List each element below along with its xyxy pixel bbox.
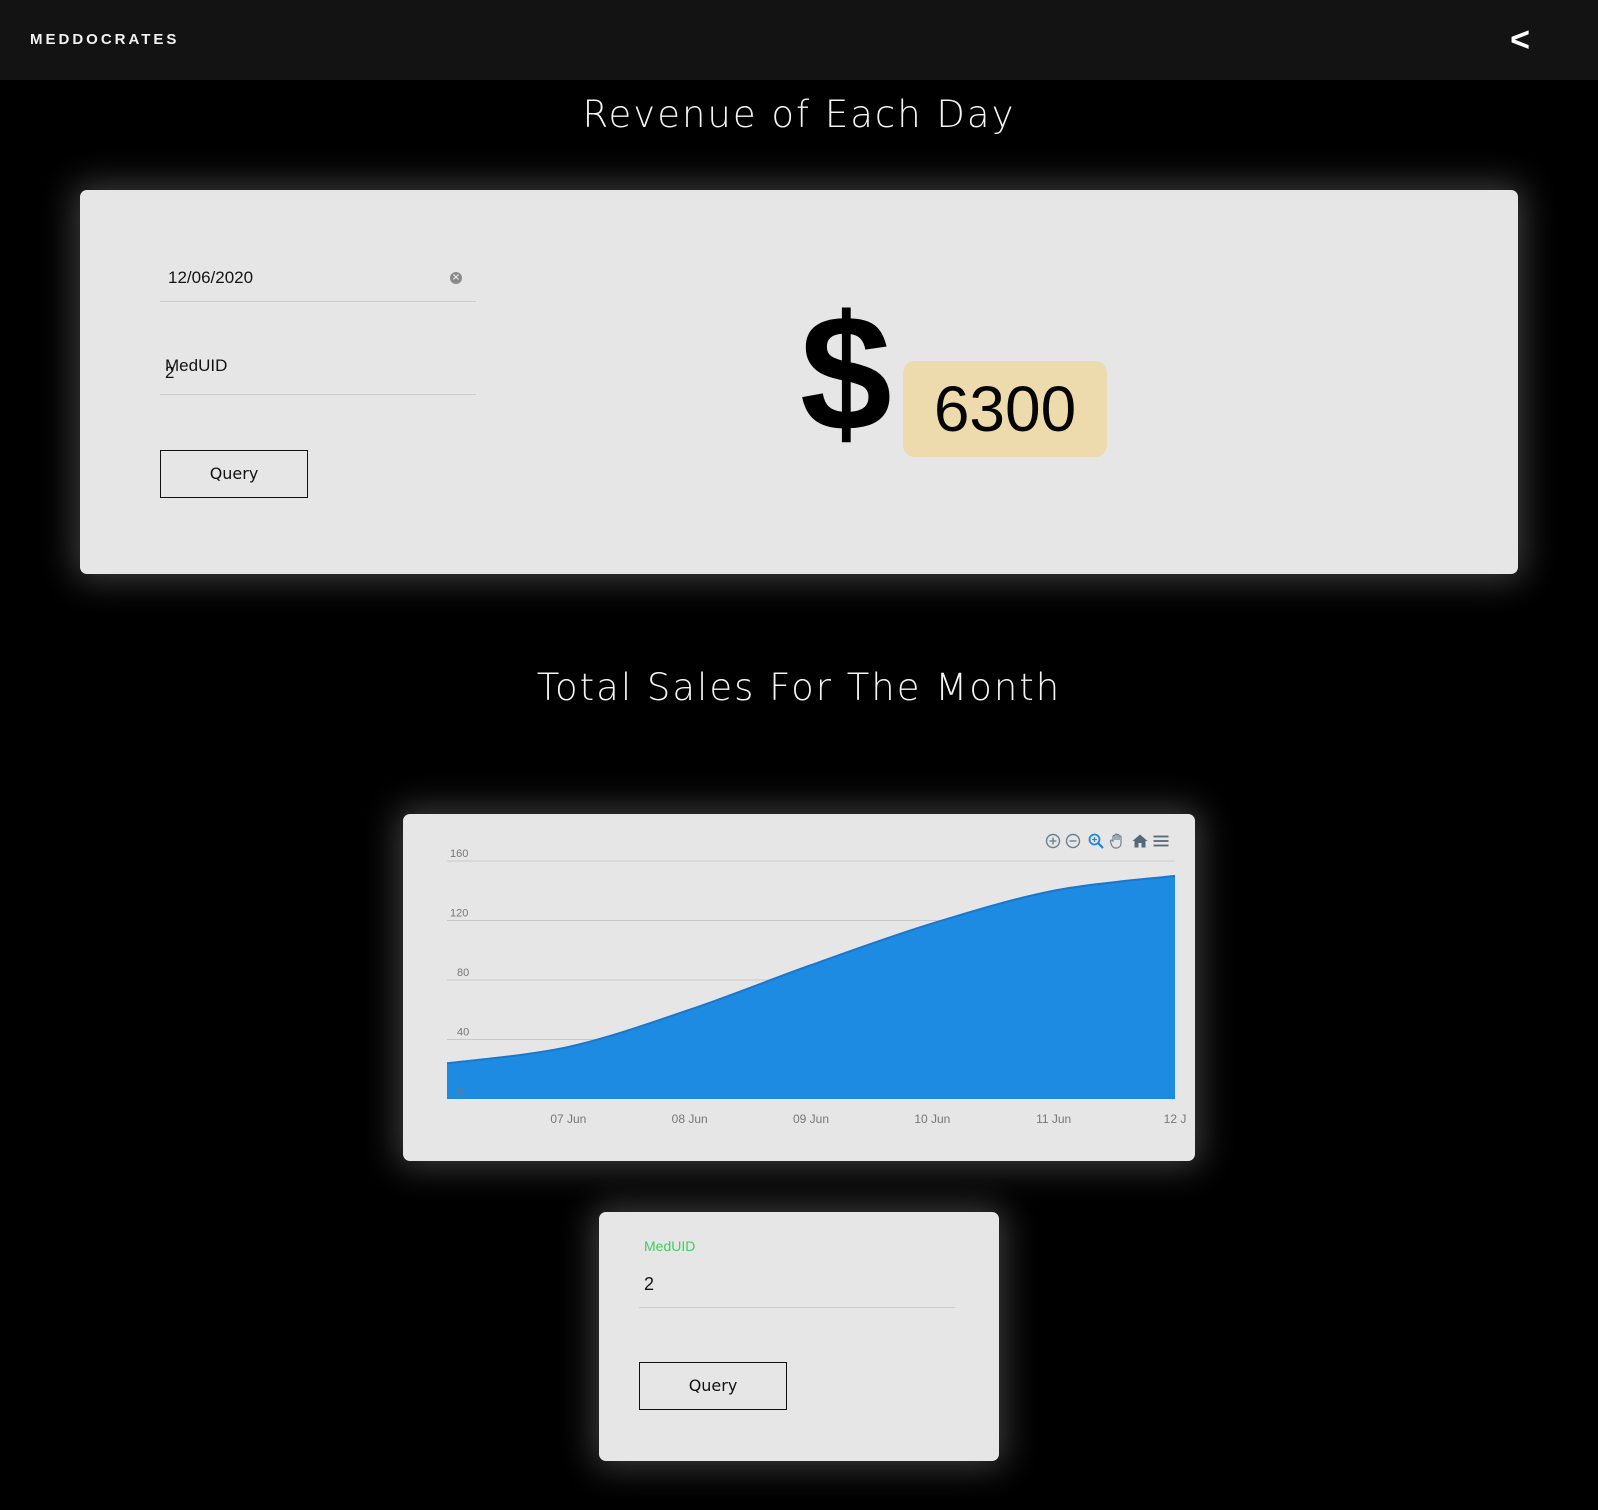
monthly-sales-title: Total Sales For The Month	[536, 666, 1062, 709]
y-tick-label: 40	[457, 1027, 469, 1039]
y-tick-label: 160	[450, 848, 468, 860]
daily-query-button[interactable]: Query	[160, 450, 308, 498]
x-tick-label: 11 Jun	[1036, 1112, 1071, 1126]
revenue-amount: 6300	[933, 373, 1077, 445]
revenue-badge: 6300	[903, 361, 1107, 457]
series-area	[447, 875, 1175, 1099]
monthly-meduid-value[interactable]: 2	[644, 1274, 654, 1295]
y-tick-label: 0	[457, 1086, 463, 1098]
y-tick-label: 80	[457, 967, 469, 979]
meduid-placeholder: MedUID	[165, 356, 228, 375]
date-value[interactable]: 12/06/2020	[168, 268, 253, 288]
meduid-field[interactable]: 2 MedUID	[160, 340, 476, 395]
x-tick-label: 10 Jun	[914, 1112, 950, 1126]
monthly-meduid-field[interactable]: 2	[639, 1262, 955, 1308]
x-tick-label: 08 Jun	[672, 1112, 708, 1126]
x-tick-label: 12 J	[1164, 1112, 1187, 1126]
dollar-icon: $	[800, 281, 892, 465]
y-tick-label: 120	[450, 908, 468, 920]
chart-series	[446, 874, 1176, 1099]
sales-area-chart[interactable]: 0 40 80 120 160 07 Jun 08 Jun 09 Jun 10 Jun 11 Ju…	[403, 814, 1195, 1161]
back-button[interactable]: <	[1505, 20, 1535, 60]
x-tick-label: 07 Jun	[550, 1112, 586, 1126]
meduid-floating-label: MedUID	[644, 1238, 696, 1254]
date-field[interactable]: 12/06/2020 ×	[160, 252, 476, 302]
top-bar: MEDDOCRATES <	[0, 0, 1598, 80]
monthly-query-button[interactable]: Query	[639, 1362, 787, 1410]
daily-revenue-title: Revenue of Each Day	[582, 93, 1016, 136]
brand-logo[interactable]: MEDDOCRATES	[30, 31, 179, 48]
x-tick-label: 09 Jun	[793, 1112, 829, 1126]
clear-date-icon[interactable]: ×	[450, 272, 462, 284]
